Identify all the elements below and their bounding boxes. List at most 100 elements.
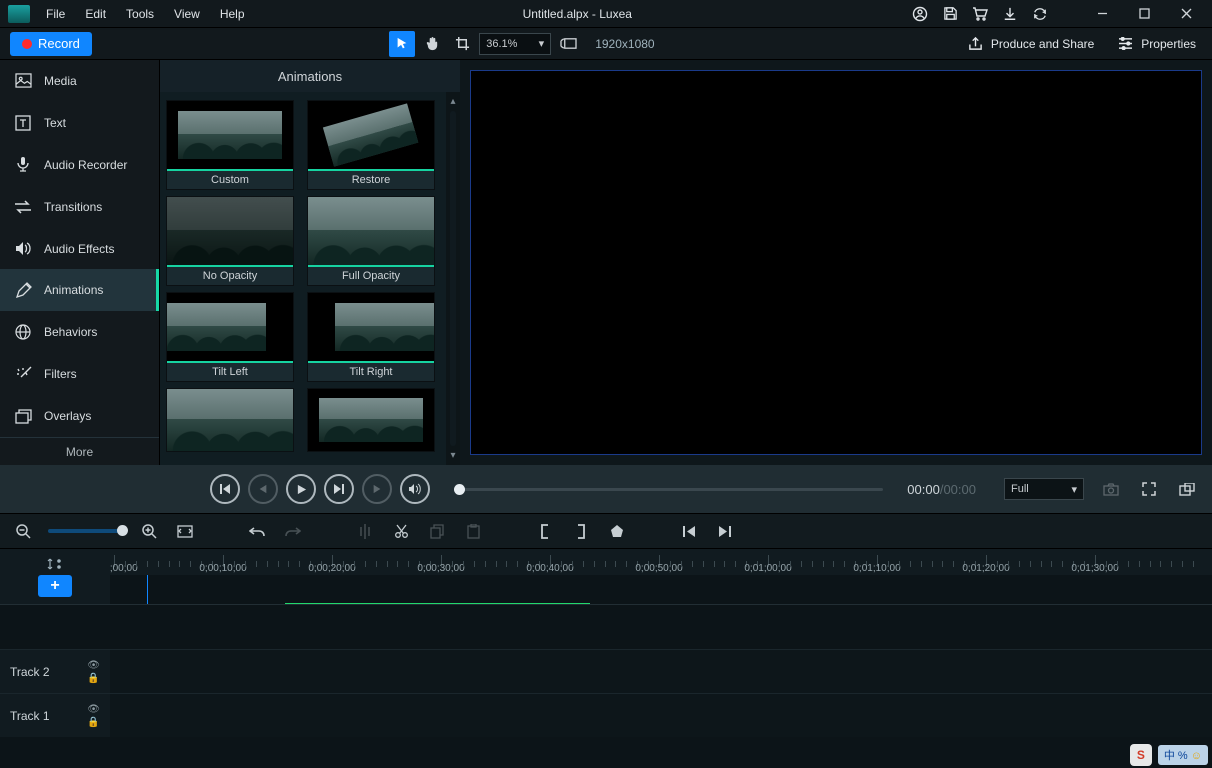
redo-button[interactable] <box>282 520 304 542</box>
scroll-down-icon[interactable]: ▾ <box>450 450 455 461</box>
zoom-in-button[interactable] <box>138 520 160 542</box>
prev-frame-button[interactable] <box>248 474 278 504</box>
timeline-tools <box>0 513 1212 549</box>
pointer-tool[interactable] <box>389 31 415 57</box>
rewind-start-button[interactable] <box>210 474 240 504</box>
crop-tool[interactable] <box>449 31 475 57</box>
watermark-lang: 中 % ☺ <box>1158 745 1208 765</box>
fit-aspect-tool[interactable] <box>555 31 581 57</box>
anim-thumb-tilt-right[interactable]: Tilt Right <box>307 292 435 382</box>
fullscreen-button[interactable] <box>1138 478 1160 500</box>
scroll-track[interactable] <box>450 111 456 446</box>
sidebar: Media Text Audio Recorder Transitions Au… <box>0 60 160 465</box>
anim-thumb-full-opacity[interactable]: Full Opacity <box>307 196 435 286</box>
next-frame-button[interactable] <box>324 474 354 504</box>
sidebar-item-audio-effects[interactable]: Audio Effects <box>0 228 159 270</box>
detach-preview-button[interactable] <box>1176 478 1198 500</box>
ruler[interactable]: 0;00;00;000;00;10;000;00;20;000;00;30;00… <box>110 549 1212 575</box>
zoom-fit-button[interactable] <box>174 520 196 542</box>
preview-mode-select[interactable]: Full▾ <box>1004 478 1084 500</box>
swap-icon <box>14 198 32 216</box>
menu-tools[interactable]: Tools <box>116 0 164 28</box>
track-lane-1[interactable] <box>110 694 1212 737</box>
play-button[interactable] <box>286 474 316 504</box>
anim-thumb-7[interactable] <box>166 388 294 452</box>
lock-icon[interactable]: 🔒 <box>87 673 100 684</box>
track-label-2[interactable]: Track 2👁🔒 <box>0 650 110 693</box>
animations-grid: Custom Restore No Opacity Full Opacity T… <box>160 92 446 465</box>
maximize-button[interactable] <box>1130 0 1158 28</box>
menubar: File Edit Tools View Help Untitled.alpx … <box>0 0 1212 28</box>
account-icon[interactable] <box>912 6 928 22</box>
sidebar-item-audio-recorder[interactable]: Audio Recorder <box>0 144 159 186</box>
menu-help[interactable]: Help <box>210 0 255 28</box>
sidebar-item-text[interactable]: Text <box>0 102 159 144</box>
sidebar-item-media[interactable]: Media <box>0 60 159 102</box>
zoom-slider[interactable] <box>48 529 124 533</box>
menu-view[interactable]: View <box>164 0 210 28</box>
timeline-clip[interactable] <box>285 603 590 604</box>
sidebar-item-animations[interactable]: Animations <box>0 269 159 311</box>
undo-button[interactable] <box>246 520 268 542</box>
produce-share-button[interactable]: Produce and Share <box>968 36 1094 51</box>
copy-button[interactable] <box>426 520 448 542</box>
sidebar-item-transitions[interactable]: Transitions <box>0 186 159 228</box>
playback-slider[interactable] <box>454 488 883 491</box>
pen-icon <box>14 281 32 299</box>
record-dot-icon <box>22 39 32 49</box>
save-icon[interactable] <box>942 6 958 22</box>
add-track-button[interactable]: + <box>38 575 72 597</box>
timeline-ruler-area[interactable]: 0;00;03;08 0;00;00;000;00;10;000;00;20;0… <box>110 549 1212 604</box>
wand-icon <box>14 365 32 383</box>
zoom-out-button[interactable] <box>12 520 34 542</box>
animations-panel: Animations Custom Restore No Opacity Ful… <box>160 60 460 465</box>
menu-edit[interactable]: Edit <box>75 0 116 28</box>
lock-icon[interactable]: 🔒 <box>87 717 100 728</box>
cart-icon[interactable] <box>972 6 988 22</box>
go-end-button[interactable] <box>714 520 736 542</box>
cut-button[interactable] <box>390 520 412 542</box>
playhead-line[interactable] <box>147 575 148 604</box>
sidebar-more[interactable]: More <box>0 437 159 465</box>
main-area: Media Text Audio Recorder Transitions Au… <box>0 60 1212 465</box>
track-row-2: Track 2👁🔒 <box>0 649 1212 693</box>
anim-thumb-restore[interactable]: Restore <box>307 100 435 190</box>
anim-thumb-no-opacity[interactable]: No Opacity <box>166 196 294 286</box>
sidebar-item-behaviors[interactable]: Behaviors <box>0 311 159 353</box>
track-lane-2[interactable] <box>110 650 1212 693</box>
sidebar-item-overlays[interactable]: Overlays <box>0 395 159 437</box>
anim-thumb-tilt-left[interactable]: Tilt Left <box>166 292 294 382</box>
sync-icon[interactable] <box>1032 6 1048 22</box>
animations-scrollbar[interactable]: ▴ ▾ <box>446 92 460 465</box>
eye-icon[interactable]: 👁 <box>87 660 100 671</box>
minimize-button[interactable] <box>1088 0 1116 28</box>
preview-canvas[interactable] <box>470 70 1202 455</box>
mark-in-button[interactable] <box>534 520 556 542</box>
speaker-icon <box>14 240 32 258</box>
scroll-up-icon[interactable]: ▴ <box>450 96 455 107</box>
hand-tool[interactable] <box>419 31 445 57</box>
volume-button[interactable] <box>400 474 430 504</box>
sidebar-item-filters[interactable]: Filters <box>0 353 159 395</box>
paste-button[interactable] <box>462 520 484 542</box>
close-button[interactable] <box>1172 0 1200 28</box>
properties-button[interactable]: Properties <box>1118 37 1196 51</box>
window-title: Untitled.alpx - Luxea <box>255 7 900 21</box>
zoom-readout[interactable]: 36.1% ▾ <box>479 33 551 55</box>
toolbar: Record 36.1% ▾ 1920x1080 Produce and Sha… <box>0 28 1212 60</box>
share-icon <box>968 36 983 51</box>
eye-icon[interactable]: 👁 <box>87 704 100 715</box>
menu-file[interactable]: File <box>36 0 75 28</box>
anim-thumb-8[interactable] <box>307 388 435 452</box>
split-button[interactable] <box>354 520 376 542</box>
forward-end-button[interactable] <box>362 474 392 504</box>
snapshot-button[interactable] <box>1100 478 1122 500</box>
record-button[interactable]: Record <box>10 32 92 56</box>
go-start-button[interactable] <box>678 520 700 542</box>
track-label-1[interactable]: Track 1👁🔒 <box>0 694 110 737</box>
marker-button[interactable] <box>606 520 628 542</box>
mark-out-button[interactable] <box>570 520 592 542</box>
playback-knob[interactable] <box>454 484 465 495</box>
anim-thumb-custom[interactable]: Custom <box>166 100 294 190</box>
download-icon[interactable] <box>1002 6 1018 22</box>
